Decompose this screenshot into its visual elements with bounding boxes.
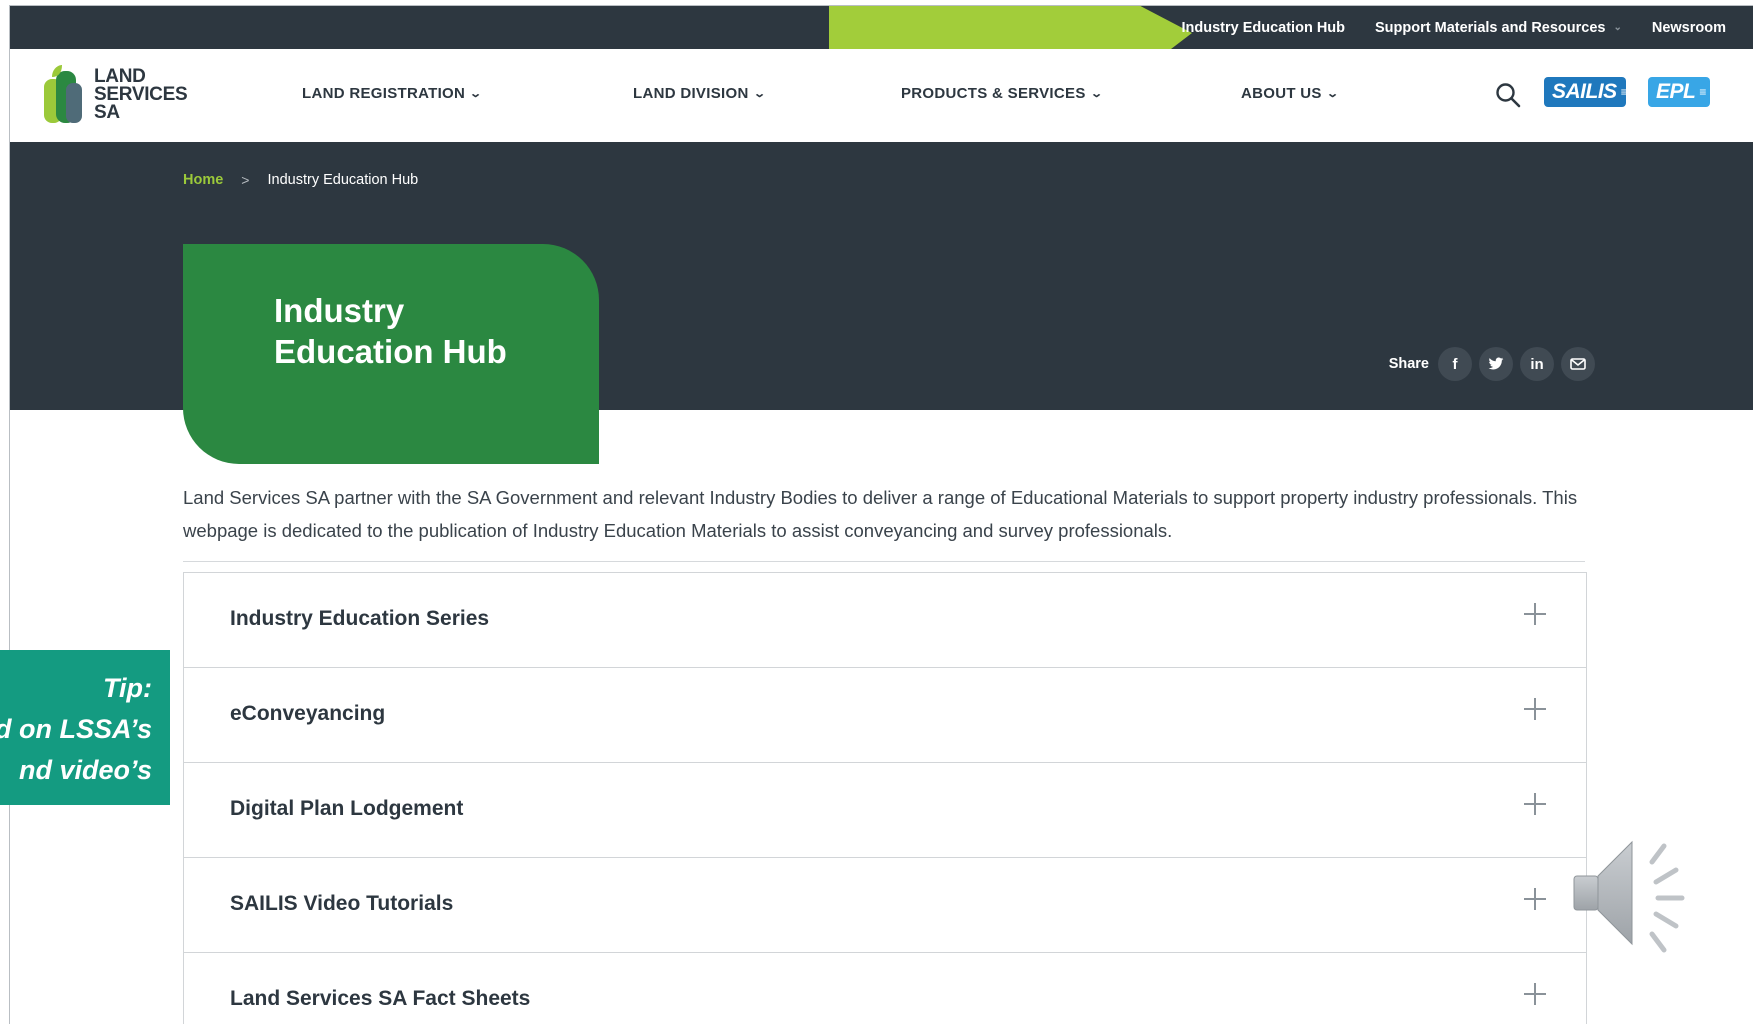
breadcrumb-current: Industry Education Hub <box>267 172 419 188</box>
sailis-button[interactable]: SAILIS ≡ <box>1544 77 1628 107</box>
email-icon[interactable] <box>1561 347 1595 381</box>
accordion-item-industry-education-series[interactable]: Industry Education Series <box>184 573 1586 668</box>
nav-products-services[interactable]: PRODUCTS & SERVICES ⌄ <box>901 85 1104 102</box>
plus-icon[interactable] <box>1524 603 1546 625</box>
accordion-item-digital-plan-lodgement[interactable]: Digital Plan Lodgement <box>184 763 1586 858</box>
breadcrumb-home-link[interactable]: Home <box>183 172 223 188</box>
nav-about-us[interactable]: ABOUT US ⌄ <box>1241 85 1340 102</box>
page-title: Industry Education Hub <box>274 292 507 370</box>
twitter-icon[interactable] <box>1479 347 1513 381</box>
accordion-item-lssa-fact-sheets[interactable]: Land Services SA Fact Sheets <box>184 953 1586 1024</box>
accordion-label: Land Services SA Fact Sheets <box>230 987 531 1010</box>
search-icon[interactable] <box>1495 82 1521 108</box>
breadcrumb-separator-icon: > <box>241 172 250 188</box>
divider <box>183 561 1585 562</box>
utility-links: Industry Education Hub Support Materials… <box>1181 6 1726 49</box>
page-title-card: Industry Education Hub <box>183 244 599 464</box>
lines-icon: ≡ <box>1699 85 1706 99</box>
browser-page: Industry Education Hub Support Materials… <box>9 5 1753 1024</box>
utility-link-newsroom[interactable]: Newsroom <box>1652 20 1726 36</box>
logo-mark-icon <box>44 65 82 123</box>
facebook-icon[interactable]: f <box>1438 347 1472 381</box>
chevron-down-icon: ⌄ <box>1325 88 1340 100</box>
chevron-down-icon: ⌄ <box>469 88 483 100</box>
epl-button[interactable]: EPL ≡ <box>1648 77 1710 107</box>
accordion-label: SAILIS Video Tutorials <box>230 892 454 915</box>
tip-callout: Tip: d on LSSA’s nd video’s <box>0 650 170 805</box>
share-label: Share <box>1388 356 1429 372</box>
utility-bar: Industry Education Hub Support Materials… <box>10 6 1753 81</box>
main-navigation: LAND SERVICES SA LAND REGISTRATION ⌄ LAND… <box>10 49 1753 142</box>
chevron-down-icon: ⌄ <box>1089 88 1104 100</box>
accordion: Industry Education Series eConveyancing … <box>183 572 1587 1024</box>
plus-icon[interactable] <box>1524 698 1546 720</box>
accordion-item-sailis-video-tutorials[interactable]: SAILIS Video Tutorials <box>184 858 1586 953</box>
accordion-label: eConveyancing <box>230 702 386 725</box>
intro-paragraph: Land Services SA partner with the SA Gov… <box>183 487 1578 541</box>
accordion-label: Industry Education Series <box>230 607 490 630</box>
utility-link-support-materials[interactable]: Support Materials and Resources ⌄ <box>1375 20 1622 36</box>
chevron-down-icon: ⌄ <box>752 88 767 100</box>
plus-icon[interactable] <box>1524 793 1546 815</box>
accordion-label: Digital Plan Lodgement <box>230 797 464 820</box>
plus-icon[interactable] <box>1524 888 1546 910</box>
lines-icon: ≡ <box>1620 85 1628 99</box>
breadcrumb: Home > Industry Education Hub <box>183 172 418 188</box>
site-logo[interactable]: LAND SERVICES SA <box>42 63 188 127</box>
speaker-icon[interactable] <box>1570 832 1698 954</box>
linkedin-icon[interactable]: in <box>1520 347 1554 381</box>
nav-land-division[interactable]: LAND DIVISION ⌄ <box>633 85 767 102</box>
chevron-down-icon: ⌄ <box>1613 22 1622 33</box>
accordion-item-econveyancing[interactable]: eConveyancing <box>184 668 1586 763</box>
nav-land-registration[interactable]: LAND REGISTRATION ⌄ <box>302 85 483 102</box>
share-bar: Share f in <box>1389 347 1595 381</box>
plus-icon[interactable] <box>1524 983 1546 1005</box>
utility-link-industry-education-hub[interactable]: Industry Education Hub <box>1181 20 1345 36</box>
logo-wordmark: LAND SERVICES SA <box>94 66 188 123</box>
